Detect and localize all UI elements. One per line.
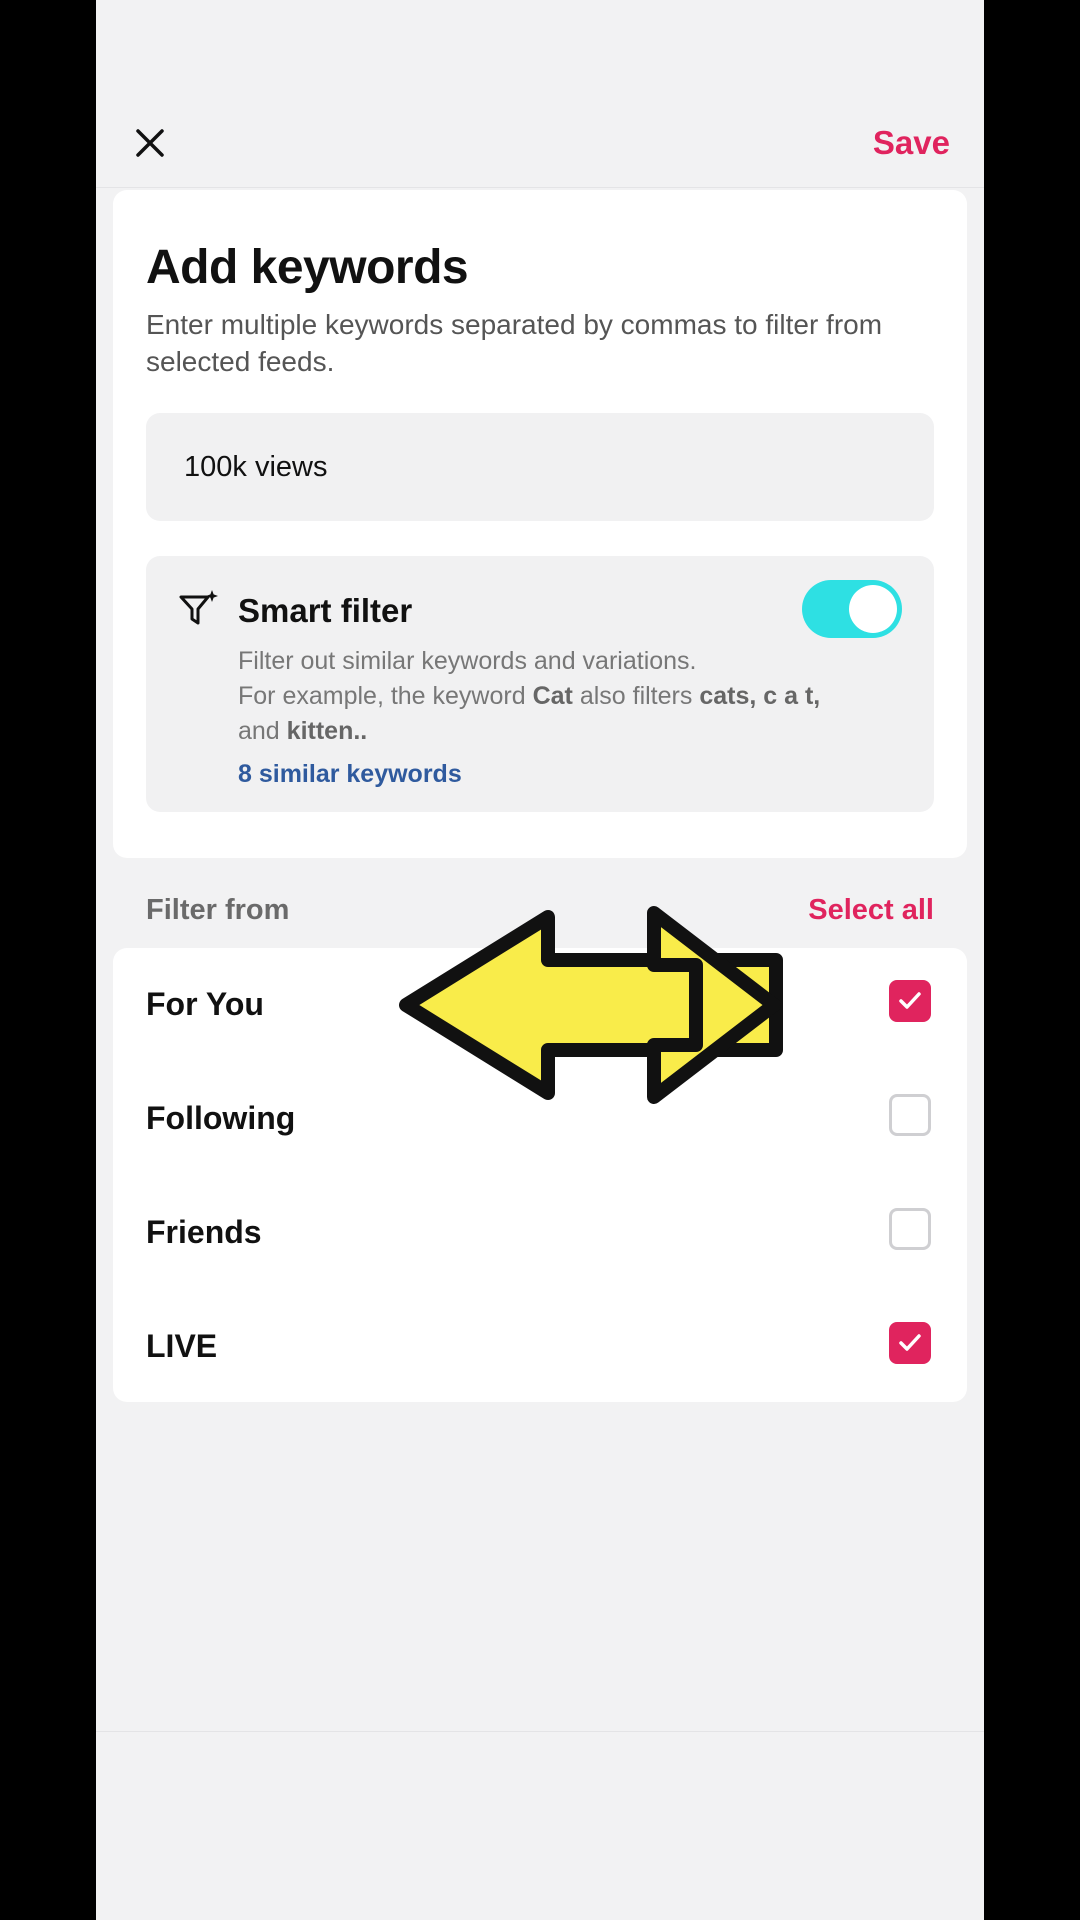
bottom-divider bbox=[96, 1731, 984, 1732]
feed-item-following[interactable]: Following bbox=[113, 1062, 967, 1176]
smart-filter-description: Filter out similar keywords and variatio… bbox=[238, 644, 898, 749]
filter-from-label: Filter from bbox=[146, 894, 290, 926]
smart-filter-panel: Smart filter Filter out similar keywords… bbox=[146, 556, 934, 812]
phone-screen: Save Add keywords Enter multiple keyword… bbox=[96, 0, 984, 1920]
desc-mid: also filters bbox=[572, 682, 700, 710]
add-keywords-card: Add keywords Enter multiple keywords sep… bbox=[113, 190, 967, 858]
smart-filter-icon bbox=[179, 590, 218, 625]
desc-prefix: For example, the keyword bbox=[238, 682, 533, 710]
keywords-input[interactable] bbox=[146, 413, 934, 521]
live-checkbox[interactable] bbox=[889, 1322, 931, 1364]
feed-item-friends[interactable]: Friends bbox=[113, 1176, 967, 1290]
check-icon bbox=[899, 1334, 921, 1351]
smart-filter-title: Smart filter bbox=[238, 592, 413, 629]
feed-label: Following bbox=[146, 1100, 296, 1136]
desc-and: and bbox=[238, 717, 287, 745]
smart-filter-desc-line3: and kitten.. bbox=[238, 714, 898, 749]
smart-filter-toggle[interactable] bbox=[802, 580, 902, 638]
similar-keywords-link[interactable]: 8 similar keywords bbox=[238, 760, 462, 789]
feed-label: LIVE bbox=[146, 1328, 218, 1364]
desc-last: kitten.. bbox=[286, 717, 368, 745]
check-icon bbox=[899, 992, 921, 1009]
feed-list: For You Following Friends LIVE bbox=[113, 948, 967, 1402]
feed-label: Friends bbox=[146, 1214, 262, 1250]
desc-variants: cats, c a t, bbox=[699, 682, 821, 710]
close-icon bbox=[136, 129, 164, 157]
smart-filter-desc-line1: Filter out similar keywords and variatio… bbox=[238, 647, 697, 675]
for-you-checkbox[interactable] bbox=[889, 980, 931, 1022]
select-all-button[interactable]: Select all bbox=[808, 894, 934, 927]
toggle-knob bbox=[849, 585, 897, 633]
feed-item-for-you[interactable]: For You bbox=[113, 948, 967, 1062]
feed-label: For You bbox=[146, 986, 264, 1022]
feed-item-live[interactable]: LIVE bbox=[113, 1290, 967, 1404]
save-button[interactable]: Save bbox=[873, 122, 950, 164]
desc-keyword: Cat bbox=[532, 682, 573, 710]
following-checkbox[interactable] bbox=[889, 1094, 931, 1136]
page-subtitle: Enter multiple keywords separated by com… bbox=[146, 309, 883, 377]
top-bar: Save bbox=[96, 0, 984, 188]
friends-checkbox[interactable] bbox=[889, 1208, 931, 1250]
close-button[interactable] bbox=[132, 122, 168, 164]
smart-filter-desc-example: For example, the keyword Cat also filter… bbox=[238, 679, 898, 714]
page-title: Add keywords bbox=[146, 241, 469, 294]
